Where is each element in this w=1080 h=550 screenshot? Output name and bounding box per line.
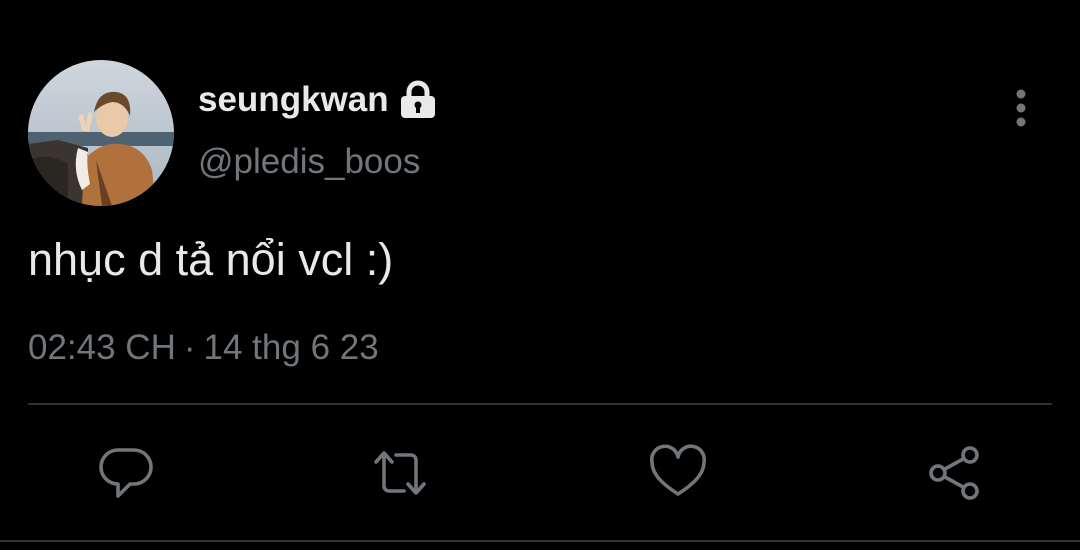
user-handle[interactable]: @pledis_boos [198, 142, 420, 182]
heart-icon [649, 444, 707, 496]
bottom-divider [0, 540, 1080, 542]
tweet-date[interactable]: 14 thg 6 23 [204, 328, 379, 367]
divider [28, 403, 1052, 405]
display-name-row: seungkwan [198, 80, 437, 120]
lock-icon [399, 80, 437, 120]
more-options-button[interactable] [1002, 84, 1040, 132]
retweet-icon [374, 451, 426, 495]
tweet-text: nhục d tả nổi vcl :) [28, 234, 394, 285]
reply-icon [99, 448, 153, 498]
retweet-button[interactable] [370, 444, 430, 502]
share-icon [929, 446, 979, 500]
like-button[interactable] [648, 444, 708, 502]
tweet-time[interactable]: 02:43 CH [28, 328, 176, 367]
share-button[interactable] [924, 444, 984, 502]
avatar[interactable] [28, 60, 174, 206]
more-vertical-icon [1016, 89, 1026, 127]
meta-separator: · [183, 328, 196, 367]
display-name[interactable]: seungkwan [198, 80, 389, 120]
reply-button[interactable] [96, 444, 156, 502]
tweet-meta: 02:43 CH · 14 thg 6 23 [28, 328, 379, 368]
